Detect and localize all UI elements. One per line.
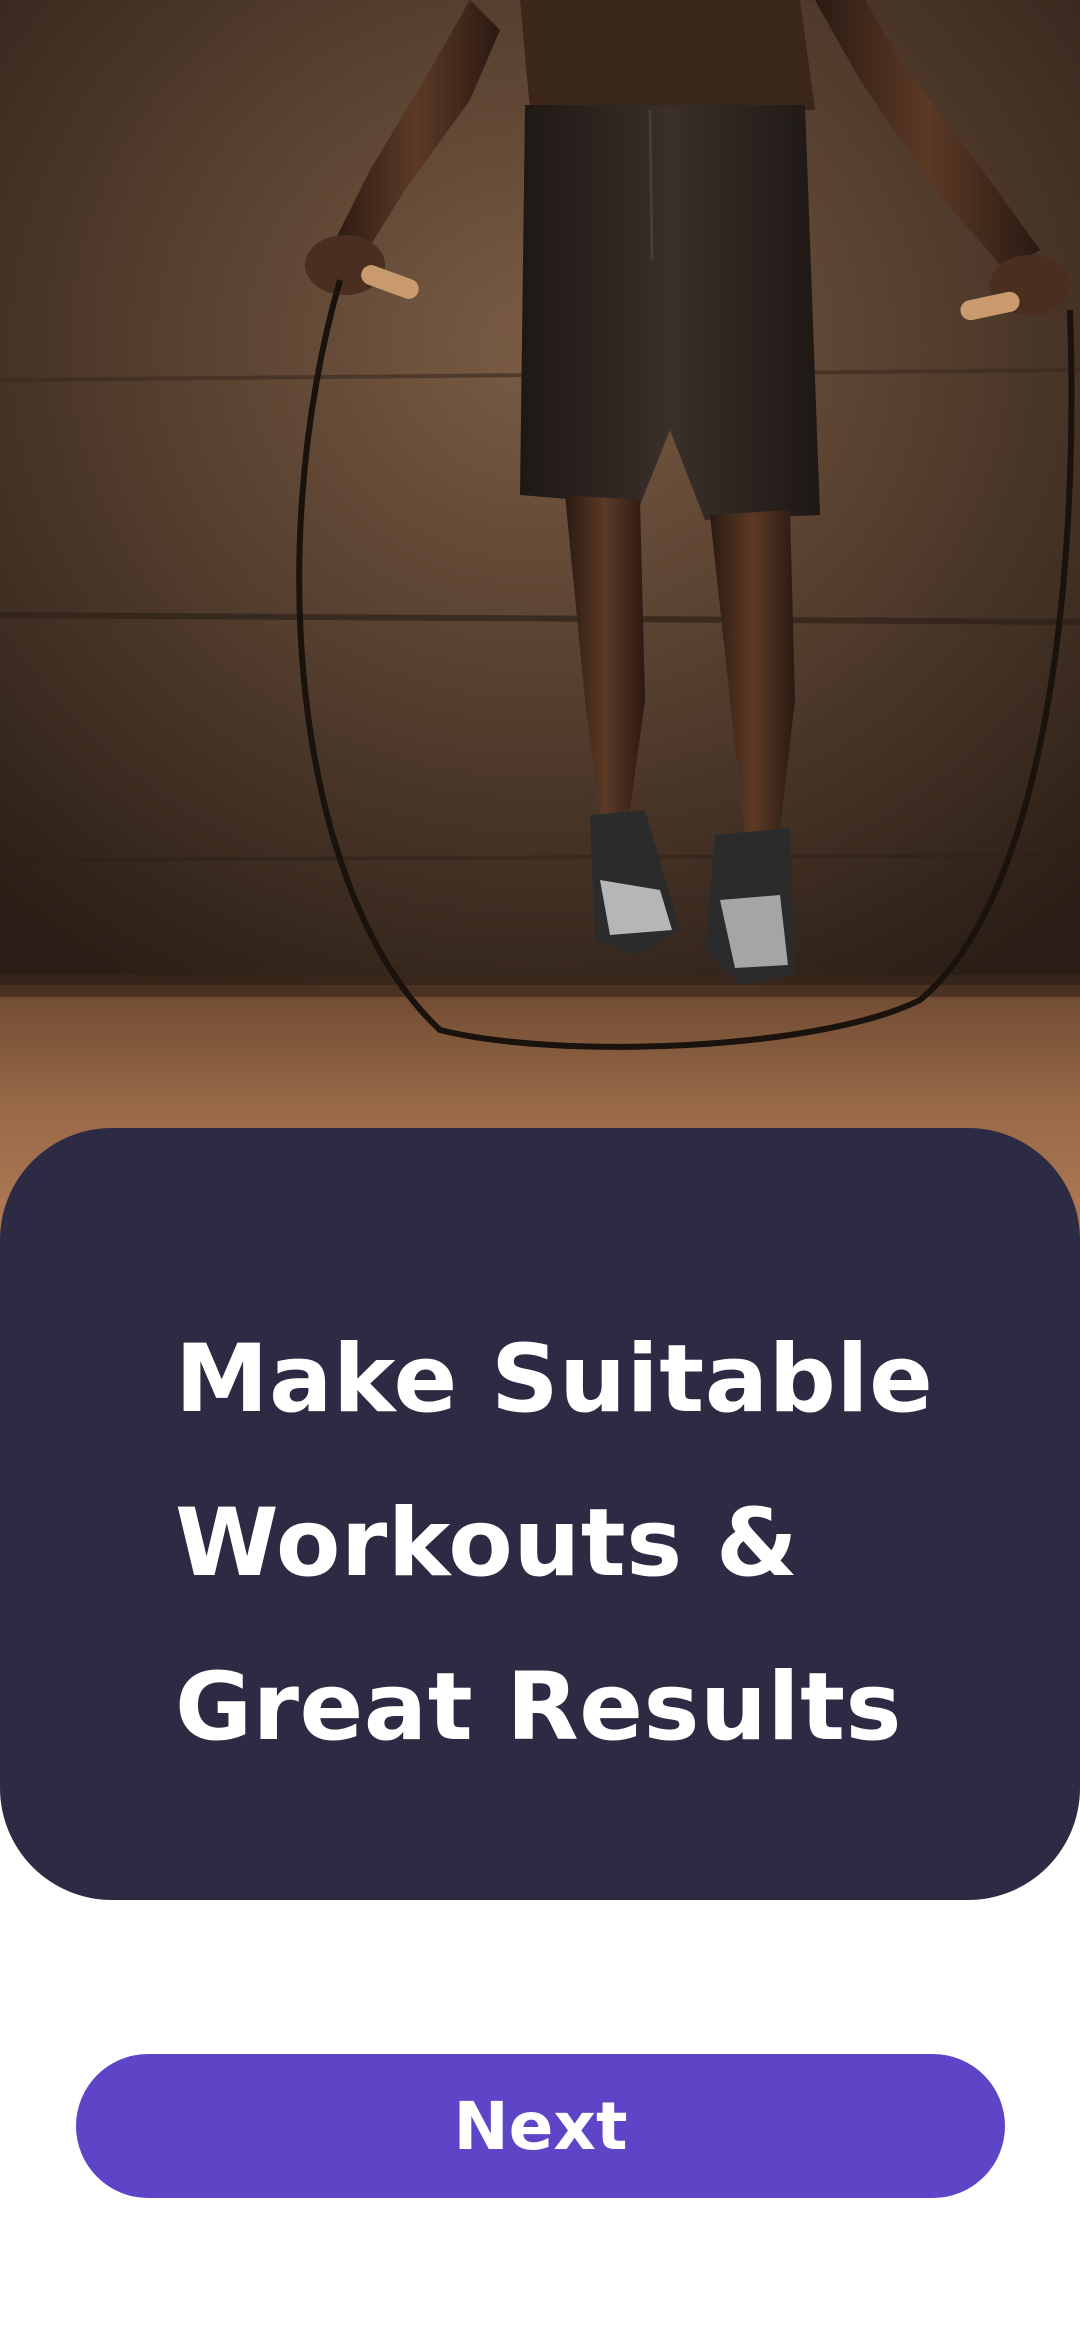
onboarding-card: Make Suitable Workouts & Great Results <box>0 1128 1080 1900</box>
title-line-3: Great Results <box>175 1653 902 1762</box>
next-button[interactable]: Next <box>76 2054 1005 2198</box>
jump-rope-photo <box>0 0 1080 1240</box>
onboarding-screen: Make Suitable Workouts & Great Results N… <box>0 0 1080 2340</box>
onboarding-title: Make Suitable Workouts & Great Results <box>175 1298 1040 1790</box>
hero-image <box>0 0 1080 1240</box>
title-line-1: Make Suitable <box>175 1325 934 1434</box>
title-line-2: Workouts & <box>175 1489 799 1598</box>
